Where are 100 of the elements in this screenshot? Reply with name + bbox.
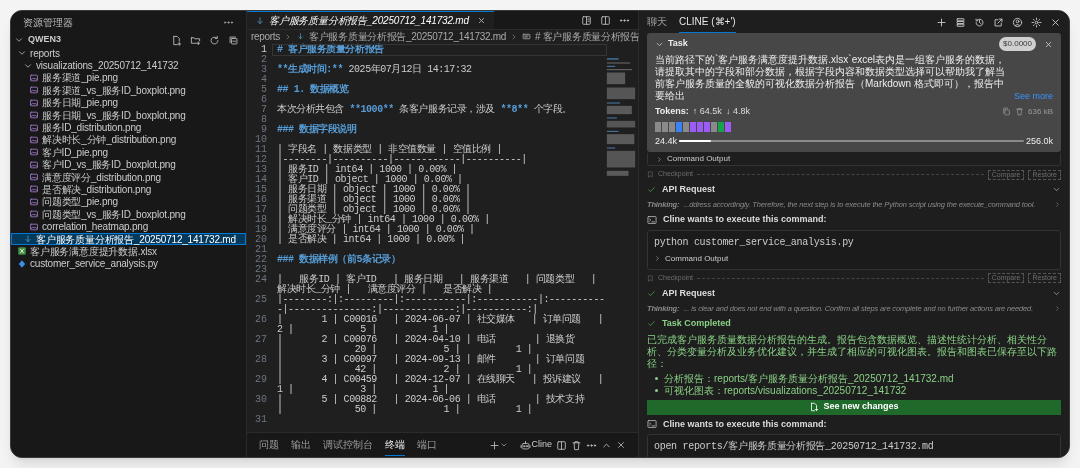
file-item[interactable]: 服务ID_distribution.png [11, 121, 246, 134]
code-line: | 问题类型 | object | 1000 | 0.00% | [276, 205, 472, 215]
code-line: | 字段名 | 数据类型 | 非空值数量 | 空值比例 | [276, 145, 502, 155]
file-item[interactable]: 服务日期_vs_服务ID_boxplot.png [11, 108, 246, 122]
image-file-icon [29, 172, 39, 183]
external-link-icon[interactable] [993, 16, 1004, 28]
close-icon[interactable] [616, 440, 626, 450]
editor-tab[interactable]: 客户服务质量分析报告_20250712_141732.md [247, 11, 494, 29]
line-number: 8 [260, 115, 268, 125]
code-line: | 满意度评分 | int64 | 1000 | 0.00% | [276, 225, 476, 235]
code-line: | 1 | C00016 | 2024-06-07 | 社交媒体 | 订单问题 | 2 | 5 | 1 | [276, 315, 605, 335]
settings-icon[interactable] [1031, 16, 1042, 28]
markdown-file-icon [296, 32, 306, 41]
explorer-title: 资源管理器 [23, 15, 73, 30]
breadcrumb-item[interactable]: # 客户服务质量分析报告 [535, 31, 640, 42]
new-folder-icon[interactable] [190, 34, 201, 46]
result-path: 分析报告：reports/客户服务质量分析报告_20250712_141732.md [664, 372, 954, 385]
chevron-icon[interactable] [654, 255, 661, 263]
file-item[interactable]: 服务渠道_pie.png [11, 71, 246, 85]
chat-tab[interactable]: 聊天 [647, 11, 667, 33]
check-icon [647, 319, 656, 329]
breadcrumb-item[interactable]: 客户服务质量分析报告_20250712_141732.md [309, 31, 506, 42]
chevron-icon[interactable] [656, 155, 663, 163]
panel-tab[interactable]: 终端 [385, 434, 405, 456]
output-toggle[interactable]: Command Output [667, 153, 731, 165]
file-item[interactable]: 服务日期_pie.png [11, 96, 246, 109]
image-file-icon [29, 159, 39, 170]
file-item[interactable]: 解决时长_分钟_distribution.png [11, 133, 246, 147]
code-line: | 4 | C00459 | 2024-12-07 | 在线聊天 | 投诉建议 | 1 | 3 | 1 | [276, 375, 605, 395]
code-line: 本次分析共包含 **1000** 条客户服务记录，涉及 **8** 个字段。 [276, 105, 573, 115]
line-number: 30 [254, 395, 268, 407]
image-file-icon [29, 147, 39, 158]
file-item[interactable]: 客户服务质量分析报告_20250712_141732.md [11, 232, 246, 246]
file-item[interactable]: 问题类型_vs_服务ID_boxplot.png [11, 208, 246, 221]
line-number: 6 [260, 95, 268, 105]
spreadsheet-file-icon [17, 246, 27, 257]
code-line: | 解决时长_分钟 | int64 | 1000 | 0.00% | [276, 215, 491, 225]
workspace-title[interactable]: QWEN3 [28, 33, 167, 47]
refresh-icon[interactable] [209, 34, 220, 46]
line-number: 19 [254, 225, 268, 235]
line-number: 4 [260, 75, 268, 85]
task-text: 当前路径下的`客户服务满意度提升数据.xlsx`excel表内是一组客户服务的数据，请提取其中的字段和部分数据，根据字段内容和数据类型选择可以帮助我了解当前客户服务质量的全貌的可视化数据分析报告（Markdown 格式即可），报告中要给出 [655, 54, 1006, 102]
tokens-label: Tokens: [655, 105, 689, 118]
panel-tab[interactable]: 问题 [259, 434, 279, 456]
image-file-icon [29, 85, 39, 96]
file-item[interactable]: correlation_heatmap.png [11, 220, 246, 233]
terminal-name[interactable]: Cline [531, 438, 552, 452]
line-number: 26 [254, 315, 268, 327]
line-number: 23 [254, 265, 268, 275]
see-changes-button[interactable]: See new changes [647, 399, 1061, 415]
folder-item[interactable]: reports [11, 47, 246, 60]
image-file-icon [29, 196, 39, 207]
check-icon [647, 288, 656, 298]
file-item[interactable]: 问题类型_pie.png [11, 195, 246, 209]
plus-icon[interactable] [936, 16, 947, 28]
account-icon[interactable] [1012, 16, 1023, 28]
file-item[interactable]: 客户ID_pie.png [11, 146, 246, 159]
panel-tab[interactable]: 输出 [291, 434, 311, 456]
code-line: ### 数据字段说明 [276, 125, 358, 135]
chevron-icon [510, 32, 518, 41]
new-file-icon[interactable] [171, 34, 182, 46]
chevron-icon[interactable] [500, 441, 509, 449]
command-text: open reports/客户服务质量分析报告_20250712_141732.md [654, 439, 935, 454]
line-number: 12 [254, 155, 268, 165]
output-toggle[interactable]: Command Output [665, 252, 729, 265]
split-editor-icon[interactable] [600, 14, 611, 26]
file-item[interactable]: 客户ID_vs_服务ID_boxplot.png [11, 158, 246, 171]
plus-icon[interactable] [489, 439, 501, 451]
file-item[interactable]: 满意度评分_distribution.png [11, 170, 246, 184]
stack-icon[interactable] [955, 16, 966, 28]
code-line: | 服务ID | int64 | 1000 | 0.00% | [276, 165, 459, 175]
chevron-icon[interactable] [14, 35, 24, 45]
line-number: 21 [254, 245, 268, 255]
line-number: 25 [254, 295, 268, 307]
panel-tab[interactable]: 调试控制台 [323, 434, 373, 456]
terminal-icon [647, 419, 657, 430]
code-line: | 服务渠道 | object | 1000 | 0.00% | [276, 195, 472, 205]
code-line: |--------:|:---------|:-----------|:-----------|:-----------|---------------:|-------------:|-----------:| [276, 295, 606, 315]
folder-item[interactable]: visualizations_20250712_141732 [11, 59, 246, 72]
trash-icon[interactable] [571, 439, 582, 451]
close-icon[interactable] [1050, 16, 1061, 28]
close-icon[interactable] [1044, 39, 1053, 49]
line-number: 10 [254, 135, 268, 145]
file-item[interactable]: 客户服务满意度提升数据.xlsx [11, 245, 246, 258]
close-icon[interactable] [476, 16, 486, 25]
preview-icon[interactable] [581, 14, 592, 26]
file-item[interactable]: 是否解决_distribution.png [11, 183, 246, 196]
code-line: |--------|----------|------------|----------| [276, 155, 528, 165]
command-title: Cline wants to execute this command: [663, 213, 827, 227]
split-icon[interactable] [556, 439, 567, 451]
file-item[interactable]: customer_service_analysis.py [11, 257, 246, 271]
line-number: 11 [254, 145, 268, 155]
history-icon[interactable] [974, 16, 985, 28]
file-item[interactable]: 服务渠道_vs_服务ID_boxplot.png [11, 84, 246, 97]
collapse-icon[interactable] [228, 34, 239, 46]
bullet-icon [655, 389, 658, 392]
panel-tab[interactable]: 端口 [417, 434, 437, 456]
line-number: 9 [260, 125, 268, 135]
image-file-icon [29, 184, 39, 195]
breadcrumb-item[interactable]: reports [251, 31, 281, 42]
